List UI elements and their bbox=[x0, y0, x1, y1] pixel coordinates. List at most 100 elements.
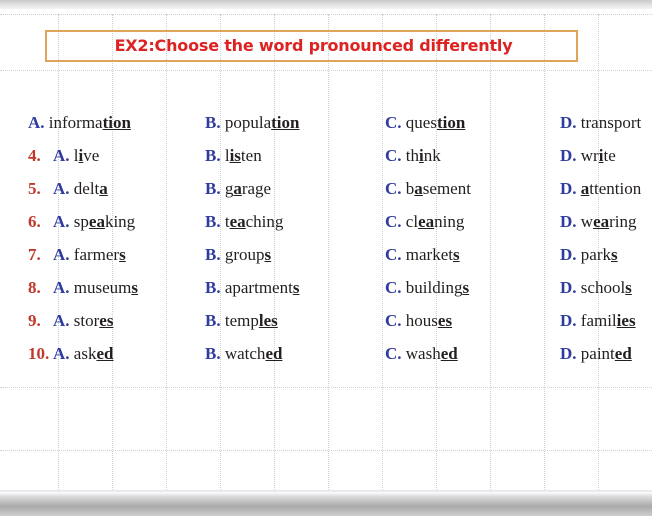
word-underlined-part: ies bbox=[616, 311, 636, 330]
word-prefix: temp bbox=[224, 311, 259, 330]
answer-option[interactable]: D. families bbox=[560, 304, 636, 337]
answer-option[interactable]: D. write bbox=[560, 139, 616, 172]
option-word: temples bbox=[225, 311, 278, 330]
answer-option[interactable]: B. groups bbox=[205, 238, 271, 271]
word-underlined-part: s bbox=[119, 245, 126, 264]
word-prefix: w bbox=[580, 212, 594, 231]
question-row: 4. A. live B. listen C. think D. write bbox=[0, 139, 652, 172]
bottom-chrome-bar bbox=[0, 492, 652, 516]
option-letter: D. bbox=[560, 146, 577, 165]
option-word: parks bbox=[581, 245, 618, 264]
answer-option[interactable]: C. cleaning bbox=[385, 205, 464, 238]
word-underlined-part: s bbox=[452, 245, 460, 264]
option-letter: D. bbox=[560, 245, 577, 264]
answer-option[interactable]: D. attention bbox=[560, 172, 641, 205]
option-word: apartments bbox=[225, 278, 300, 297]
answer-option[interactable]: B. garage bbox=[205, 172, 271, 205]
answer-option[interactable]: A. stores bbox=[53, 304, 113, 337]
word-suffix: ching bbox=[245, 212, 284, 231]
option-word: population bbox=[225, 113, 300, 132]
word-suffix: te bbox=[603, 146, 616, 165]
word-suffix: ning bbox=[434, 212, 465, 231]
option-letter: A. bbox=[28, 113, 45, 132]
word-prefix: group bbox=[224, 245, 265, 264]
option-letter: B. bbox=[205, 179, 221, 198]
question-row: 9. A. stores B. temples C. houses D. familie… bbox=[0, 304, 652, 337]
option-word: question bbox=[406, 113, 466, 132]
answer-option[interactable]: B. temples bbox=[205, 304, 278, 337]
word-underlined-part: s bbox=[625, 278, 632, 297]
option-word: asked bbox=[74, 344, 114, 363]
option-word: painted bbox=[581, 344, 632, 363]
answer-option[interactable]: C. question bbox=[385, 106, 465, 139]
word-prefix: cl bbox=[405, 212, 419, 231]
word-underlined-part: ed bbox=[440, 344, 458, 363]
answer-option[interactable]: A. farmers bbox=[53, 238, 126, 271]
option-word: speaking bbox=[74, 212, 135, 231]
option-letter: B. bbox=[205, 311, 221, 330]
option-word: live bbox=[74, 146, 100, 165]
answer-option[interactable]: B. watched bbox=[205, 337, 282, 370]
word-prefix: apartment bbox=[224, 278, 293, 297]
option-letter: C. bbox=[385, 245, 402, 264]
word-prefix: hous bbox=[405, 311, 438, 330]
answer-option[interactable]: C. markets bbox=[385, 238, 460, 271]
word-prefix: famil bbox=[580, 311, 617, 330]
word-underlined-part: les bbox=[258, 311, 278, 330]
answer-option[interactable]: C. washed bbox=[385, 337, 458, 370]
answer-option[interactable]: A. information bbox=[28, 106, 131, 139]
answer-option[interactable]: D. schools bbox=[560, 271, 632, 304]
option-word: washed bbox=[406, 344, 458, 363]
word-underlined-part: ea bbox=[88, 212, 105, 231]
answer-option[interactable]: C. buildings bbox=[385, 271, 469, 304]
question-row: 6. A. speaking B. teaching C. cleaning D. we… bbox=[0, 205, 652, 238]
option-letter: D. bbox=[560, 278, 577, 297]
word-prefix: market bbox=[405, 245, 453, 264]
answer-option[interactable]: D. parks bbox=[560, 238, 618, 271]
option-word: museums bbox=[74, 278, 138, 297]
word-underlined-part: ed bbox=[265, 344, 283, 363]
option-word: markets bbox=[406, 245, 460, 264]
answer-option[interactable]: B. population bbox=[205, 106, 299, 139]
word-suffix: ttention bbox=[589, 179, 642, 198]
word-prefix: museum bbox=[73, 278, 132, 297]
word-underlined-part: tion bbox=[102, 113, 131, 132]
option-letter: A. bbox=[53, 311, 70, 330]
answer-option[interactable]: A. live bbox=[53, 139, 99, 172]
word-underlined-part: s bbox=[611, 245, 618, 264]
answer-option[interactable]: A. museums bbox=[53, 271, 138, 304]
answer-option[interactable]: D. painted bbox=[560, 337, 632, 370]
option-letter: A. bbox=[53, 212, 70, 231]
answer-option[interactable]: D. wearing bbox=[560, 205, 637, 238]
answer-option[interactable]: A. asked bbox=[53, 337, 113, 370]
option-letter: D. bbox=[560, 113, 577, 132]
answer-option[interactable]: A. delta bbox=[53, 172, 108, 205]
option-letter: B. bbox=[205, 146, 221, 165]
answer-option[interactable]: C. think bbox=[385, 139, 441, 172]
answer-option[interactable]: B. teaching bbox=[205, 205, 283, 238]
word-underlined-part: a bbox=[414, 179, 423, 198]
answer-option[interactable]: D. transport bbox=[560, 106, 641, 139]
word-suffix: nk bbox=[423, 146, 441, 165]
word-prefix: wr bbox=[580, 146, 599, 165]
word-prefix: watch bbox=[224, 344, 266, 363]
answer-option[interactable]: A. speaking bbox=[53, 205, 135, 238]
answer-option[interactable]: C. houses bbox=[385, 304, 452, 337]
word-underlined-part: tion bbox=[271, 113, 300, 132]
word-prefix: informa bbox=[48, 113, 103, 132]
option-word: farmers bbox=[74, 245, 126, 264]
option-word: listen bbox=[225, 146, 262, 165]
option-letter: C. bbox=[385, 311, 402, 330]
option-word: cleaning bbox=[406, 212, 465, 231]
word-underlined-part: ea bbox=[418, 212, 435, 231]
option-letter: B. bbox=[205, 344, 221, 363]
answer-option[interactable]: C. basement bbox=[385, 172, 471, 205]
word-prefix: ques bbox=[405, 113, 437, 132]
option-letter: A. bbox=[53, 146, 70, 165]
option-word: delta bbox=[74, 179, 108, 198]
option-word: houses bbox=[406, 311, 452, 330]
option-letter: B. bbox=[205, 212, 221, 231]
answer-option[interactable]: B. listen bbox=[205, 139, 262, 172]
answer-option[interactable]: B. apartments bbox=[205, 271, 299, 304]
document-page: EX2:Choose the word pronounced different… bbox=[0, 0, 652, 516]
